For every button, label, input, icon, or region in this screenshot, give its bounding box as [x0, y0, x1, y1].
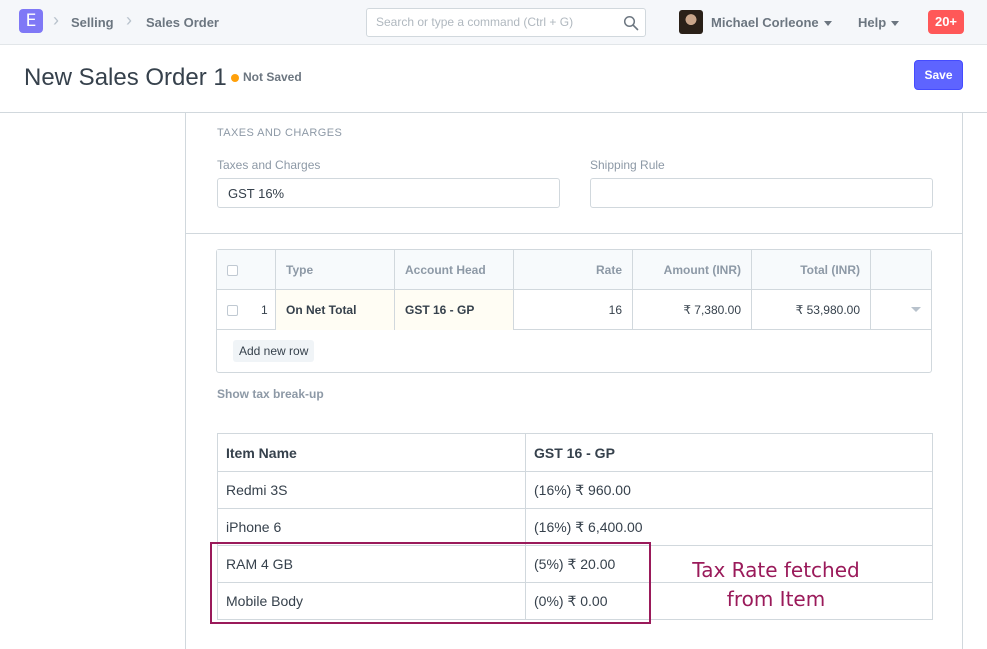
save-button[interactable]: Save	[914, 60, 963, 90]
chevron-right-icon: ›	[126, 10, 132, 30]
help-menu[interactable]: Help	[858, 15, 900, 30]
notifications-badge[interactable]: 20+	[928, 10, 964, 34]
row-checkbox[interactable]	[227, 305, 238, 316]
cell-amount[interactable]: ₹ 7,380.00	[633, 290, 752, 330]
col-rate: Rate	[514, 250, 633, 290]
table-header-row: Item Name GST 16 - GP	[217, 433, 933, 472]
table-row[interactable]: 1 On Net Total GST 16 - GP 16 ₹ 7,380.00…	[217, 290, 931, 330]
header-item-name: Item Name	[217, 433, 526, 472]
status-dot-icon	[231, 74, 239, 82]
taxes-and-charges-label: Taxes and Charges	[217, 158, 321, 172]
annotation-highlight-box	[210, 542, 651, 624]
taxes-and-charges-field	[217, 178, 560, 208]
table-row: Redmi 3S (16%) ₹ 960.00	[217, 471, 933, 509]
taxes-grid: Type Account Head Rate Amount (INR) Tota…	[216, 249, 932, 373]
shipping-rule-label: Shipping Rule	[590, 158, 665, 172]
caret-down-icon	[891, 21, 900, 27]
header-gst: GST 16 - GP	[525, 433, 933, 472]
breadcrumb-sales-order[interactable]: Sales Order	[146, 15, 219, 30]
item-name-cell: Redmi 3S	[217, 471, 526, 509]
shipping-rule-field	[590, 178, 933, 208]
tax-amount-cell: (16%) ₹ 6,400.00	[525, 508, 933, 546]
chevron-right-icon: ›	[53, 10, 59, 30]
page-head: New Sales Order 1 Not Saved Save	[0, 45, 987, 113]
annotation-line-2: from Item	[726, 587, 826, 611]
avatar[interactable]	[679, 10, 703, 34]
breadcrumb-selling[interactable]: Selling	[71, 15, 114, 30]
app-logo[interactable]: E	[19, 9, 43, 33]
select-all-checkbox[interactable]	[227, 265, 238, 276]
cell-type[interactable]: On Net Total	[276, 290, 395, 330]
user-name: Michael Corleone	[711, 15, 819, 30]
add-new-row-button[interactable]: Add new row	[233, 340, 315, 362]
taxes-and-charges-input[interactable]	[218, 179, 559, 207]
cell-total[interactable]: ₹ 53,980.00	[752, 290, 871, 330]
col-account-head: Account Head	[395, 250, 514, 290]
show-tax-breakup-link[interactable]: Show tax break-up	[217, 387, 324, 401]
row-expand-caret-icon[interactable]	[911, 307, 921, 312]
section-heading: TAXES AND CHARGES	[217, 127, 343, 139]
navbar: E › Selling › Sales Order Michael Corleo…	[0, 0, 987, 45]
row-index: 1	[261, 303, 268, 317]
annotation-text: Tax Rate fetched from Item	[676, 556, 876, 614]
col-amount: Amount (INR)	[633, 250, 752, 290]
tax-amount-cell: (16%) ₹ 960.00	[525, 471, 933, 509]
col-type: Type	[276, 250, 395, 290]
help-label: Help	[858, 15, 887, 30]
page-title: New Sales Order 1	[24, 64, 227, 91]
grid-select-all-cell	[217, 250, 276, 290]
user-menu[interactable]: Michael Corleone	[711, 15, 832, 30]
cell-rate[interactable]: 16	[514, 290, 633, 330]
caret-down-icon	[823, 21, 832, 27]
item-name-cell: iPhone 6	[217, 508, 526, 546]
status-indicator: Not Saved	[243, 70, 302, 84]
table-row: iPhone 6 (16%) ₹ 6,400.00	[217, 508, 933, 546]
awesomebar	[366, 8, 646, 37]
grid-header: Type Account Head Rate Amount (INR) Tota…	[217, 250, 931, 290]
annotation-line-1: Tax Rate fetched	[692, 558, 860, 582]
cell-account-head[interactable]: GST 16 - GP	[395, 290, 514, 330]
col-total: Total (INR)	[752, 250, 871, 290]
search-input[interactable]	[376, 15, 616, 29]
shipping-rule-input[interactable]	[591, 179, 932, 207]
row-index-cell: 1	[217, 290, 276, 330]
search-icon[interactable]	[623, 15, 639, 31]
section-divider	[186, 233, 963, 234]
